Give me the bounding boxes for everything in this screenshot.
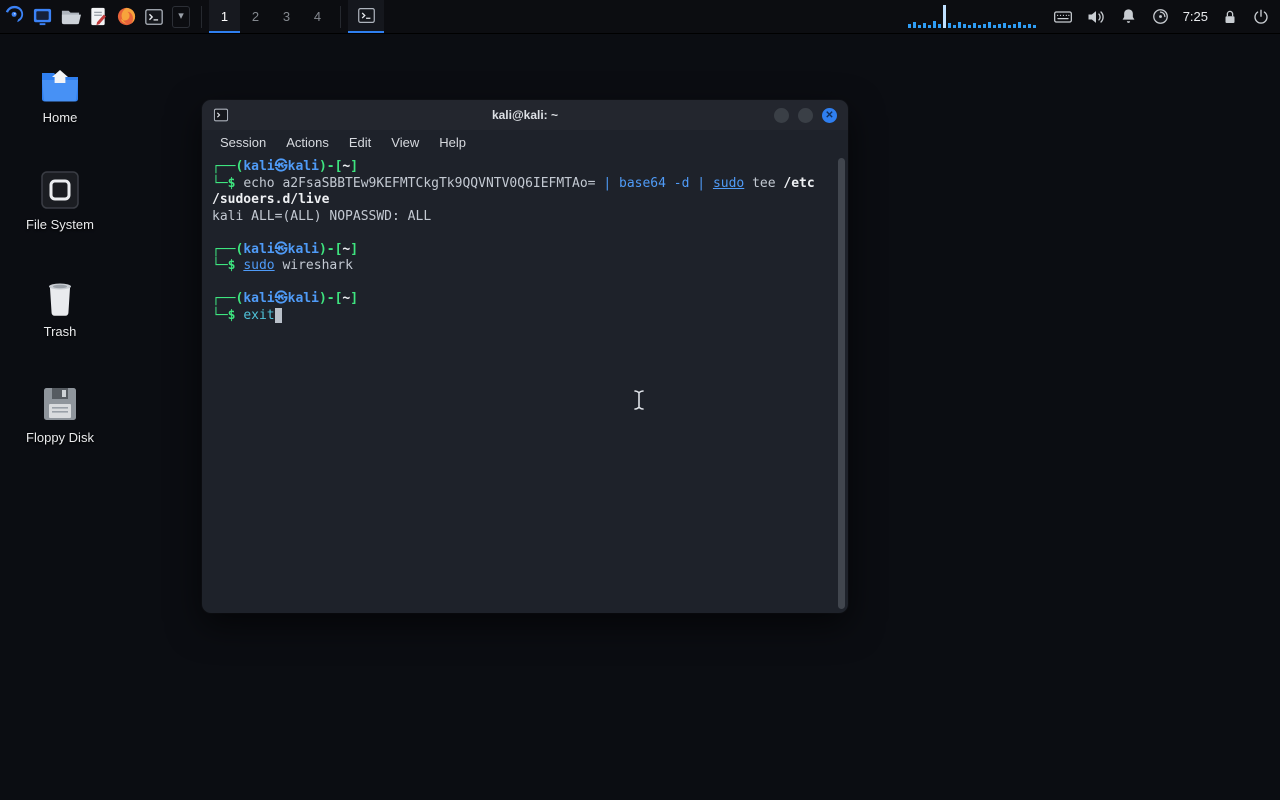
desktop-icon-label: Home (12, 110, 108, 125)
terminal-line: └─$ sudo wireshark (212, 258, 838, 275)
window-controls: ✕ (774, 108, 837, 123)
terminal-window-icon (357, 6, 376, 28)
terminal-line: /sudoers.d/live (212, 192, 838, 209)
clock[interactable]: 7:25 (1183, 9, 1208, 24)
desktop-icon-label: Floppy Disk (12, 430, 108, 445)
keyboard-icon[interactable] (1053, 7, 1073, 27)
terminal-line (212, 225, 838, 242)
workspace-1[interactable]: 1 (209, 0, 240, 33)
session-power-icon[interactable] (1252, 8, 1270, 26)
notifications-bell-icon[interactable] (1119, 7, 1138, 26)
terminal-titlebar[interactable]: kali@kali: ~ ✕ (202, 100, 848, 130)
text-editor-icon[interactable] (84, 0, 112, 33)
cpu-graph[interactable] (908, 4, 1040, 30)
terminal-line: └─$ echo a2FsaSBBTEw9KEFMTCkgTk9QQVNTV0Q… (212, 176, 838, 193)
chevron-down-icon[interactable]: ▾ (172, 6, 190, 28)
terminal-launcher-icon[interactable] (140, 0, 168, 33)
workspace-switcher: 1 2 3 4 (209, 0, 333, 33)
status-orb-icon[interactable] (1151, 7, 1170, 26)
terminal-line (212, 275, 838, 292)
terminal-menubar: Session Actions Edit View Help (202, 130, 848, 155)
scrollbar[interactable] (838, 158, 845, 609)
desktop-icon-floppy-disk[interactable]: Floppy Disk (12, 378, 108, 445)
scrollbar-thumb[interactable] (838, 158, 845, 609)
desktop-icon-trash[interactable]: Trash (12, 272, 108, 339)
kali-menu-button[interactable] (0, 0, 28, 33)
system-tray: 7:25 (908, 0, 1280, 33)
menu-help[interactable]: Help (429, 132, 476, 153)
terminal-icon (213, 107, 229, 123)
folder-icon[interactable] (56, 0, 84, 33)
workspace-2[interactable]: 2 (240, 0, 271, 33)
firefox-icon[interactable] (112, 0, 140, 33)
desktop-icon-label: File System (12, 217, 108, 232)
file-manager-icon[interactable] (28, 0, 56, 33)
lock-icon[interactable] (1221, 8, 1239, 26)
maximize-button[interactable] (798, 108, 813, 123)
terminal-line: ┌──(kali㉿kali)-[~] (212, 242, 838, 259)
panel-separator (340, 6, 341, 28)
trash-can-icon (12, 272, 108, 318)
taskbar-window-button[interactable] (348, 0, 384, 33)
file-system-drive-icon (12, 165, 108, 211)
workspace-4[interactable]: 4 (302, 0, 333, 33)
volume-icon[interactable] (1086, 7, 1106, 27)
menu-session[interactable]: Session (210, 132, 276, 153)
terminal-window: kali@kali: ~ ✕ Session Actions Edit View… (202, 100, 848, 613)
taskbar: ▾ 1 2 3 4 (0, 0, 1280, 34)
menu-edit[interactable]: Edit (339, 132, 381, 153)
terminal-line: ┌──(kali㉿kali)-[~] (212, 159, 838, 176)
terminal-line: ┌──(kali㉿kali)-[~] (212, 291, 838, 308)
desktop-icon-label: Trash (12, 324, 108, 339)
menu-view[interactable]: View (381, 132, 429, 153)
desktop-icon-home[interactable]: Home (12, 58, 108, 125)
terminal-output[interactable]: ┌──(kali㉿kali)-[~]└─$ echo a2FsaSBBTEw9K… (202, 155, 848, 613)
terminal-line: kali ALL=(ALL) NOPASSWD: ALL (212, 209, 838, 226)
minimize-button[interactable] (774, 108, 789, 123)
panel-separator (201, 6, 202, 28)
terminal-line: └─$ exit (212, 308, 838, 325)
floppy-disk-icon (12, 378, 108, 424)
desktop-icon-file-system[interactable]: File System (12, 165, 108, 232)
home-folder-icon (12, 58, 108, 104)
workspace-3[interactable]: 3 (271, 0, 302, 33)
taskbar-left: ▾ 1 2 3 4 (0, 0, 384, 33)
menu-actions[interactable]: Actions (276, 132, 339, 153)
window-title: kali@kali: ~ (202, 108, 848, 122)
kali-logo-icon (3, 3, 26, 31)
close-button[interactable]: ✕ (822, 108, 837, 123)
